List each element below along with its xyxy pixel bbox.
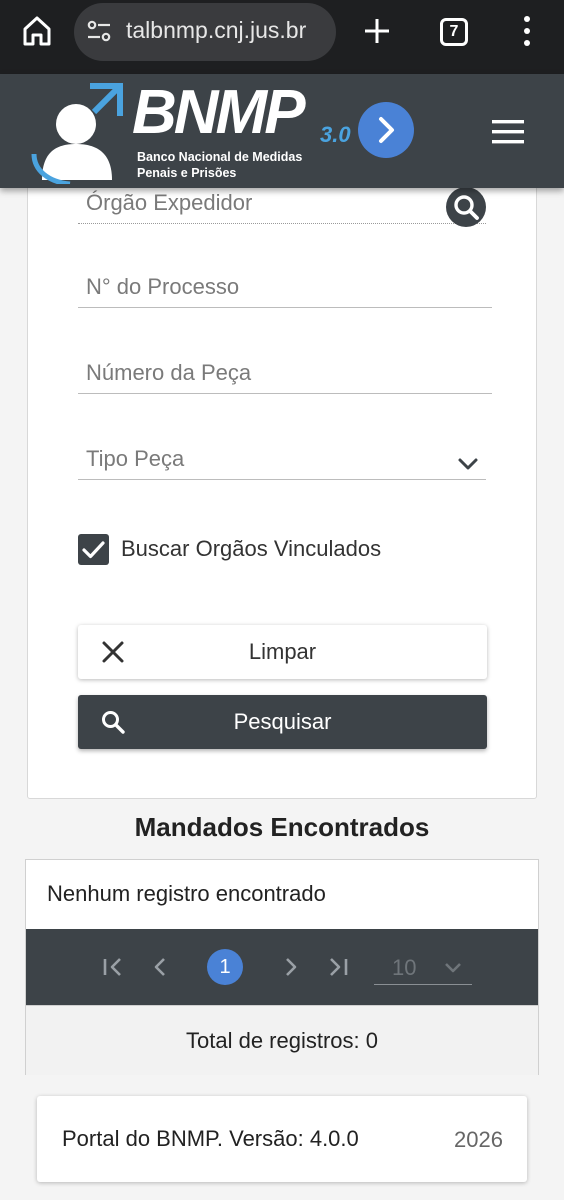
browser-toolbar: talbnmp.cnj.jus.br 7 [0,0,564,74]
buscar-vinculados-checkbox[interactable] [78,534,109,565]
field-underline [78,223,486,224]
more-options-icon[interactable] [516,14,538,48]
numero-peca-field[interactable]: Número da Peça [78,354,492,394]
field-underline [78,479,486,480]
site-settings-icon[interactable] [86,18,112,44]
numero-peca-label: Número da Peça [86,360,252,385]
results-table: Nenhum registro encontrado 1 10 Total de… [25,859,539,1075]
logo-version: 3.0 [320,122,351,147]
chevron-right-icon [379,117,394,143]
first-page-icon[interactable] [100,955,126,979]
logo-text: BNMP [132,78,306,147]
search-button-label: Pesquisar [233,709,332,734]
search-icon [454,195,479,220]
total-row: Total de registros: 0 [26,1005,538,1075]
previous-page-icon[interactable] [147,955,173,979]
checkmark-icon [82,541,105,559]
field-underline [78,307,492,308]
rows-per-page-select[interactable]: 10 [374,951,472,985]
orgao-expedidor-field[interactable]: Órgão Expedidor [78,184,486,224]
page-1-button[interactable]: 1 [207,949,243,985]
clear-button[interactable]: Limpar [78,625,487,679]
rows-per-page-value: 10 [392,955,417,980]
tipo-peca-label: Tipo Peça [86,446,185,471]
tab-switcher-button[interactable]: 7 [440,18,468,46]
paginator: 1 10 [26,929,538,1005]
logo-subtitle-line1: Banco Nacional de Medidas [137,150,303,164]
footer-version: Portal do BNMP. Versão: 4.0.0 [62,1126,359,1151]
total-records: Total de registros: 0 [186,1028,378,1053]
search-button[interactable]: Pesquisar [78,695,487,749]
orgao-expedidor-label: Órgão Expedidor [86,190,253,215]
logo-subtitle-line2: Penais e Prisões [137,166,237,180]
app-header: BNMP 3.0 Banco Nacional de Medidas Penai… [0,74,564,188]
hamburger-menu-icon[interactable] [490,118,528,146]
home-icon[interactable] [20,14,54,48]
clear-button-label: Limpar [248,639,317,664]
new-tab-icon[interactable] [362,16,392,46]
buscar-vinculados-label[interactable]: Buscar Orgãos Vinculados [121,536,381,562]
chevron-down-icon[interactable] [456,454,480,474]
expand-menu-button[interactable] [358,102,414,158]
tipo-peca-select[interactable]: Tipo Peça [78,440,486,480]
empty-row: Nenhum registro encontrado [26,860,538,929]
url-text[interactable]: talbnmp.cnj.jus.br [126,17,330,44]
chevron-down-icon [445,963,461,973]
next-page-icon[interactable] [278,955,304,979]
processo-field[interactable]: N° do Processo [78,268,492,308]
footer: Portal do BNMP. Versão: 4.0.0 2026 [37,1096,527,1182]
last-page-icon[interactable] [325,955,351,979]
empty-message: Nenhum registro encontrado [47,881,326,906]
orgao-search-button[interactable] [446,187,486,227]
footer-year: 2026 [454,1127,503,1152]
logo-person-icon [31,83,123,184]
processo-label: N° do Processo [86,274,240,299]
field-underline [78,393,492,394]
results-title: Mandados Encontrados [134,812,430,842]
